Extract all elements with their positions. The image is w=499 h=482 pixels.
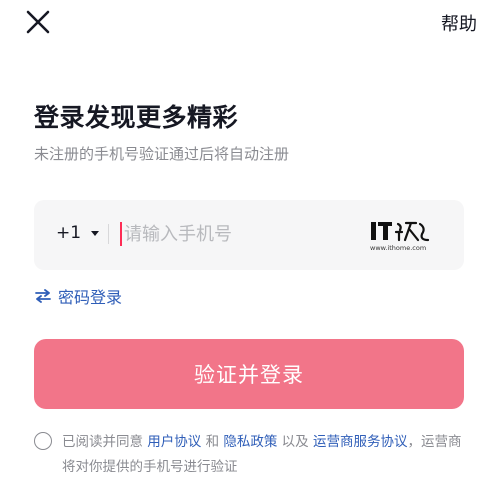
- page-subtitle: 未注册的手机号验证通过后将自动注册: [34, 145, 290, 163]
- agreement-and: 和: [201, 434, 224, 450]
- text-cursor: [120, 222, 122, 246]
- privacy-policy-link[interactable]: 隐私政策: [223, 434, 277, 450]
- country-code-label: +1: [56, 223, 82, 243]
- password-login-link[interactable]: 密码登录: [34, 284, 122, 308]
- agreement-and-also: 以及: [277, 434, 313, 450]
- caret-down-icon: [91, 230, 100, 236]
- top-bar: 帮助: [0, 0, 499, 50]
- ithome-logo: [371, 221, 430, 242]
- user-agreement-link[interactable]: 用户协议: [147, 434, 201, 450]
- phone-input-group: +1 www.ithome.com: [34, 200, 464, 270]
- close-icon: [26, 10, 50, 34]
- agreement-checkbox[interactable]: [34, 432, 52, 450]
- country-code-selector[interactable]: +1: [56, 223, 100, 243]
- ithome-watermark: www.ithome.com: [370, 218, 432, 256]
- operator-agreement-link[interactable]: 运营商服务协议: [313, 434, 408, 450]
- help-link[interactable]: 帮助: [441, 10, 477, 36]
- swap-icon: [35, 289, 51, 303]
- close-button[interactable]: [22, 6, 54, 38]
- password-login-label: 密码登录: [58, 288, 123, 307]
- divider: [108, 224, 109, 244]
- page-title: 登录发现更多精彩: [34, 103, 239, 132]
- verify-login-button[interactable]: 验证并登录: [34, 339, 464, 409]
- agreement-text: 已阅读并同意 用户协议 和 隐私政策 以及 运营商服务协议，运营商将对你提供的手…: [62, 430, 472, 480]
- agreement-prefix: 已阅读并同意: [62, 434, 148, 450]
- ithome-url: www.ithome.com: [370, 244, 427, 252]
- phone-number-input[interactable]: [118, 218, 364, 250]
